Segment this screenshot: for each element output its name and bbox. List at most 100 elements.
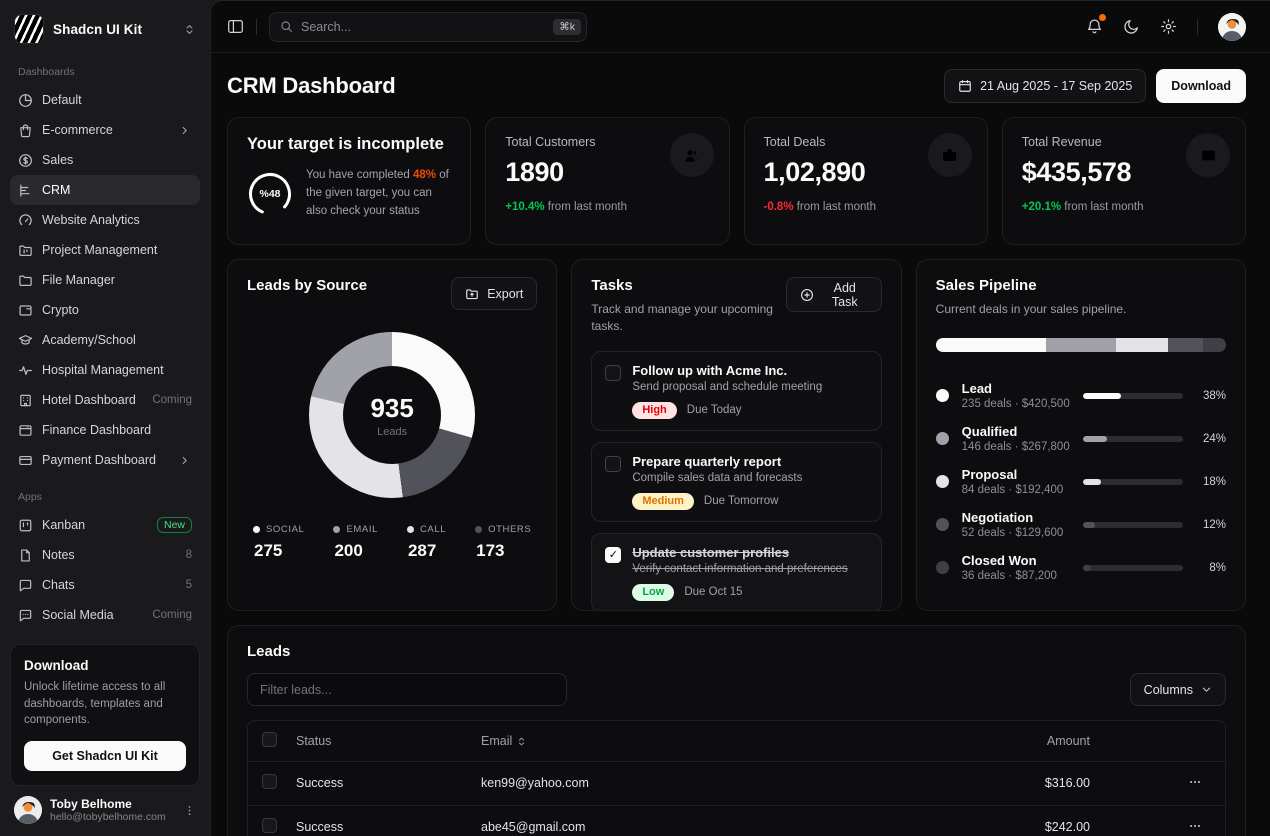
due-label: Due Tomorrow (704, 495, 779, 507)
stage-progress-bar (1083, 479, 1183, 485)
sidebar-item-website-analytics[interactable]: Website Analytics (10, 205, 200, 235)
sidebar-item-label: Project Management (42, 243, 192, 257)
folder-kanban-icon (18, 243, 33, 258)
legend-dot (407, 526, 414, 533)
sidebar-item-kanban[interactable]: Kanban New (10, 510, 200, 540)
table-row[interactable]: Success ken99@yahoo.com $316.00 (248, 761, 1225, 805)
sidebar-toggle-icon[interactable] (227, 18, 244, 35)
amount-cell: $242.00 (925, 805, 1165, 836)
date-range-button[interactable]: 21 Aug 2025 - 17 Sep 2025 (944, 69, 1146, 103)
pie-chart-icon (18, 93, 33, 108)
kanban-square-icon (18, 518, 33, 533)
sidebar-item-chats[interactable]: Chats 5 (10, 570, 200, 600)
user-menu[interactable]: Toby Belhome hello@tobybelhome.com (10, 786, 200, 826)
leads-title: Leads (247, 643, 1226, 660)
row-actions-ellipsis-icon[interactable] (1188, 819, 1202, 833)
sidebar-item-sales[interactable]: Sales (10, 145, 200, 175)
date-range-label: 21 Aug 2025 - 17 Sep 2025 (980, 79, 1132, 93)
sidebar-item-label: Academy/School (42, 333, 192, 347)
target-percentage: 48% (413, 169, 436, 181)
columns-button[interactable]: Columns (1130, 673, 1226, 706)
sidebar-item-project-management[interactable]: Project Management (10, 235, 200, 265)
stage-dot (936, 518, 949, 531)
row-checkbox[interactable] (262, 774, 277, 789)
stat-card-total-revenue: Total Revenue $435,578 +20.1% from last … (1002, 117, 1246, 245)
row-actions-ellipsis-icon[interactable] (1188, 775, 1202, 789)
sidebar-item-default[interactable]: Default (10, 85, 200, 115)
table-row[interactable]: Success abe45@gmail.com $242.00 (248, 805, 1225, 836)
user-avatar (14, 796, 42, 824)
due-label: Due Today (687, 404, 742, 416)
pipeline-stage-list: Lead235 deals · $420,500 38% Qualified14… (936, 374, 1226, 589)
pipeline-stage: Lead235 deals · $420,500 38% (936, 374, 1226, 417)
column-header-status[interactable]: Status (296, 721, 481, 761)
download-button[interactable]: Download (1156, 69, 1246, 103)
sidebar-item-finance-dashboard[interactable]: Finance Dashboard (10, 415, 200, 445)
task-checkbox[interactable] (605, 456, 621, 472)
search-bar[interactable]: ⌘k (269, 12, 587, 42)
search-input[interactable] (301, 20, 545, 34)
sidebar-item-crypto[interactable]: Crypto (10, 295, 200, 325)
brand-switcher[interactable]: Shadcn UI Kit (10, 10, 200, 48)
row-checkbox[interactable] (262, 818, 277, 833)
status-cell: Success (296, 805, 481, 836)
target-gauge: %48 (247, 171, 293, 217)
select-all-checkbox[interactable] (262, 732, 277, 747)
users-icon (670, 133, 714, 177)
target-body: You have completed 48% of the given targ… (306, 167, 451, 220)
sidebar-item-hospital-management[interactable]: Hospital Management (10, 355, 200, 385)
donut-total: 935 (370, 393, 413, 424)
stat-delta: +20.1% (1022, 201, 1061, 213)
user-name: Toby Belhome (50, 797, 175, 811)
stackbar-segment (1046, 338, 1116, 352)
stage-percent: 12% (1196, 519, 1226, 531)
ellipsis-vertical-icon[interactable] (183, 804, 196, 817)
stage-progress-bar (1083, 522, 1183, 528)
leads-by-source-title: Leads by Source (247, 277, 367, 294)
dark-mode-moon-icon[interactable] (1123, 18, 1140, 35)
topbar-avatar[interactable] (1218, 13, 1246, 41)
sales-pipeline-card: Sales Pipeline Current deals in your sal… (916, 259, 1246, 611)
task-title: Follow up with Acme Inc. (632, 363, 822, 378)
pipeline-stage: Negotiation52 deals · $129,600 12% (936, 503, 1226, 546)
priority-badge: Low (632, 584, 674, 601)
email-cell: ken99@yahoo.com (481, 761, 925, 805)
brand-name: Shadcn UI Kit (53, 22, 174, 37)
gauge-label: %48 (247, 171, 293, 217)
column-header-email[interactable]: Email (481, 721, 925, 761)
sidebar-item-hotel-dashboard[interactable]: Hotel Dashboard Coming (10, 385, 200, 415)
donut-caption: Leads (377, 426, 407, 438)
sidebar-item-ecommerce[interactable]: E-commerce (10, 115, 200, 145)
columns-label: Columns (1144, 683, 1193, 697)
message-square-icon (18, 578, 33, 593)
sidebar-item-crm[interactable]: CRM (10, 175, 200, 205)
filter-leads-input[interactable] (247, 673, 567, 706)
sidebar-item-payment-dashboard[interactable]: Payment Dashboard (10, 445, 200, 475)
sidebar-item-label: Payment Dashboard (42, 453, 168, 467)
get-ui-kit-button[interactable]: Get Shadcn UI Kit (24, 741, 186, 771)
sidebar-item-label: Sales (42, 153, 192, 167)
section-label-dashboards: Dashboards (10, 58, 200, 85)
sidebar-item-label: Website Analytics (42, 213, 192, 227)
stackbar-segment (1203, 338, 1226, 352)
sidebar-item-notes[interactable]: Notes 8 (10, 540, 200, 570)
notifications-bell-icon[interactable] (1086, 18, 1103, 35)
download-card-title: Download (24, 658, 186, 673)
add-task-button[interactable]: Add Task (786, 277, 882, 312)
task-title: Prepare quarterly report (632, 454, 802, 469)
task-checkbox[interactable] (605, 365, 621, 381)
sidebar-item-academy-school[interactable]: Academy/School (10, 325, 200, 355)
settings-gear-icon[interactable] (1160, 18, 1177, 35)
sidebar-item-file-manager[interactable]: File Manager (10, 265, 200, 295)
export-button[interactable]: Export (451, 277, 537, 310)
wallet-card-icon (18, 303, 33, 318)
export-folder-icon (465, 287, 479, 301)
sidebar-item-label: Kanban (42, 518, 148, 532)
topbar-actions (1086, 13, 1246, 41)
count-badge: 8 (186, 549, 192, 561)
stackbar-segment (1116, 338, 1168, 352)
column-header-amount[interactable]: Amount (925, 721, 1165, 761)
task-checkbox[interactable] (605, 547, 621, 563)
sidebar-item-social-media[interactable]: Social Media Coming (10, 600, 200, 630)
tasks-card: Tasks Track and manage your upcoming tas… (571, 259, 901, 611)
